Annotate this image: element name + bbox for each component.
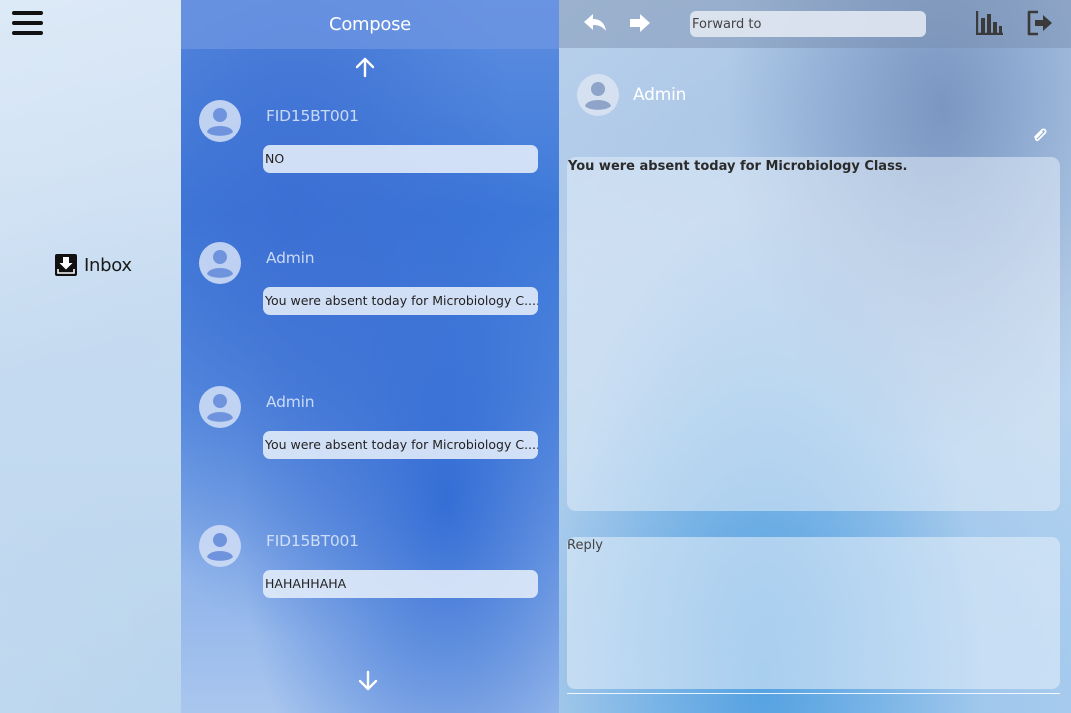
message-sender-name: Admin <box>633 85 687 105</box>
reading-pane: Admin You were absent today for Microbio… <box>559 0 1071 713</box>
list-item[interactable]: FID15BT001 NO <box>181 99 559 189</box>
compose-bar: Compose <box>181 0 559 49</box>
hamburger-menu-icon[interactable] <box>12 11 43 35</box>
inbox-download-icon <box>55 254 77 276</box>
inbox-label: Inbox <box>84 254 132 276</box>
avatar-icon <box>199 525 241 567</box>
sender-name: FID15BT001 <box>266 532 359 550</box>
avatar-icon <box>199 386 241 428</box>
list-item[interactable]: Admin You were absent today for Microbio… <box>181 241 559 331</box>
message-preview[interactable]: NO <box>263 145 538 173</box>
forward-to-input[interactable] <box>690 11 926 37</box>
sender-name: Admin <box>266 393 315 411</box>
list-item[interactable]: Admin You were absent today for Microbio… <box>181 385 559 475</box>
reply-textarea[interactable] <box>567 537 1060 689</box>
paperclip-icon[interactable] <box>1031 126 1049 144</box>
message-body-text: You were absent today for Microbiology C… <box>568 159 908 174</box>
left-nav: Inbox <box>0 0 181 713</box>
avatar-icon <box>199 242 241 284</box>
message-body: You were absent today for Microbiology C… <box>567 157 1060 511</box>
arrow-up-icon[interactable] <box>354 56 376 78</box>
message-list-panel: Compose FID15BT001 NO Admin You were abs… <box>181 0 559 713</box>
nav-item-inbox[interactable]: Inbox <box>55 252 132 278</box>
list-item[interactable]: FID15BT001 HAHAHHAHA <box>181 524 559 614</box>
message-header: Admin <box>576 73 686 117</box>
bar-chart-icon[interactable] <box>976 11 1003 35</box>
avatar-icon <box>199 100 241 142</box>
message-preview[interactable]: You were absent today for Microbiology C… <box>263 287 538 315</box>
reply-arrow-icon[interactable] <box>583 12 607 34</box>
divider <box>567 693 1060 694</box>
sender-name: FID15BT001 <box>266 107 359 125</box>
avatar-icon <box>577 74 619 116</box>
logout-icon[interactable] <box>1026 10 1053 36</box>
message-preview[interactable]: You were absent today for Microbiology C… <box>263 431 538 459</box>
compose-button[interactable]: Compose <box>329 14 411 35</box>
message-preview[interactable]: HAHAHHAHA <box>263 570 538 598</box>
sender-name: Admin <box>266 249 315 267</box>
forward-arrow-icon[interactable] <box>629 13 651 33</box>
reader-toolbar <box>559 0 1071 48</box>
arrow-down-icon[interactable] <box>357 670 379 692</box>
